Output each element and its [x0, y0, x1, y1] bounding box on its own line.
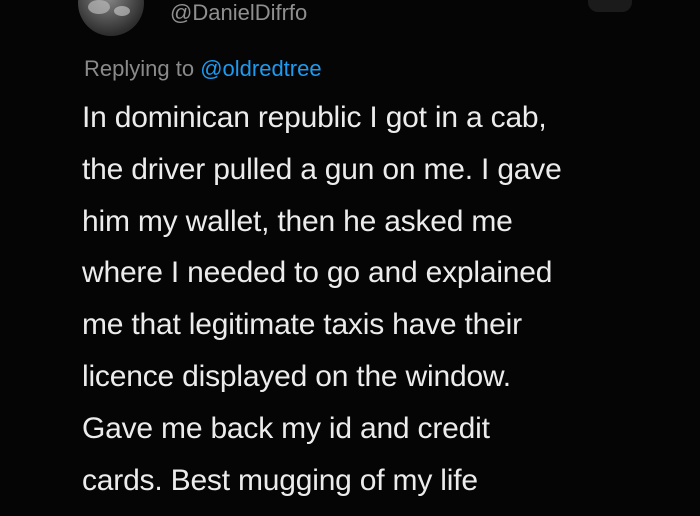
- tweet-text-line: licence displayed on the window.: [82, 359, 511, 393]
- tweet-text-line: cards. Best mugging of my life: [82, 463, 478, 497]
- tweet-text: In dominican republic I got in a cab, th…: [82, 92, 682, 506]
- avatar-detail: [114, 6, 130, 16]
- tweet-text-line: where I needed to go and explained: [82, 256, 553, 290]
- avatar-detail: [88, 0, 110, 14]
- avatar[interactable]: [78, 0, 144, 36]
- mention-link[interactable]: @oldredtree: [200, 56, 321, 81]
- user-handle[interactable]: @DanielDifrfo: [170, 0, 307, 28]
- replying-to-label: Replying to: [84, 56, 201, 81]
- tweet-text-line: Gave me back my id and credit: [82, 411, 490, 445]
- tweet-text-line: him my wallet, then he asked me: [82, 204, 513, 238]
- more-options-button[interactable]: [588, 0, 632, 12]
- tweet-text-line: In dominican republic I got in a cab,: [82, 101, 547, 134]
- tweet-card: @DanielDifrfo Replying to @oldredtree In…: [0, 0, 700, 516]
- tweet-text-line: the driver pulled a gun on me. I gave: [82, 152, 562, 186]
- tweet-text-line: me that legitimate taxis have their: [82, 308, 522, 342]
- replying-to: Replying to @oldredtree: [84, 52, 322, 86]
- tweet-header: @DanielDifrfo: [0, 0, 700, 44]
